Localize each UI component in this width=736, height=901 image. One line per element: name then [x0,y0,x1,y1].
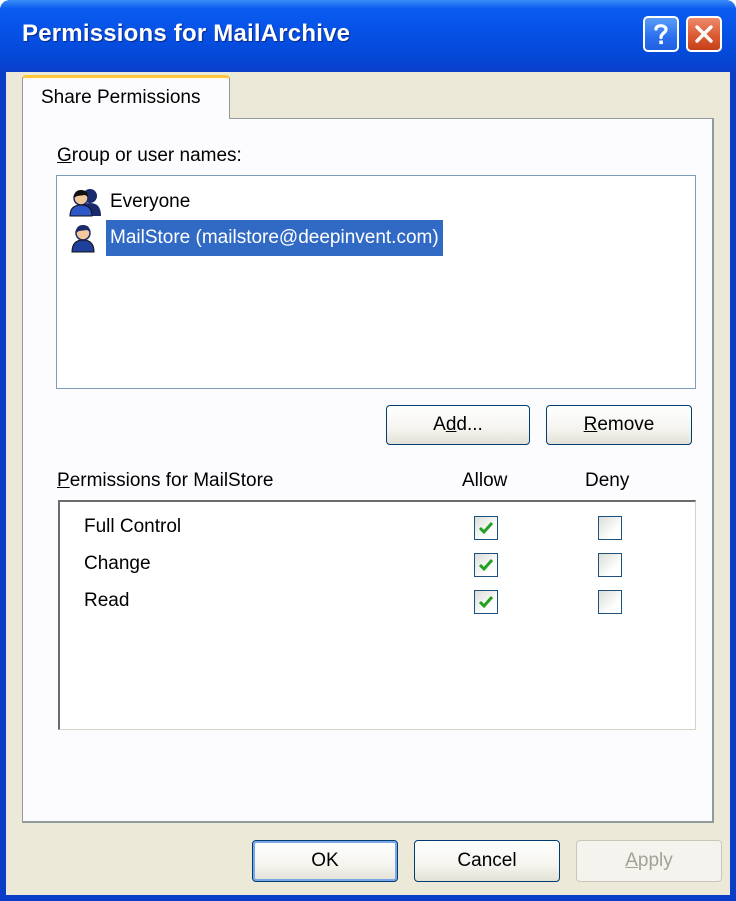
ok-button[interactable]: OK [252,840,398,882]
group-user-listbox[interactable]: Everyone MailStore (mailstore@deepinvent… [56,175,696,389]
change-deny-checkbox[interactable] [598,553,622,577]
check-icon [478,522,494,535]
change-allow-checkbox[interactable] [474,553,498,577]
list-item-mailstore[interactable]: MailStore (mailstore@deepinvent.com) [69,220,443,256]
add-button[interactable]: Ad d... [386,405,530,445]
list-item-everyone[interactable]: Everyone [69,184,194,220]
group-or-user-names-label: Group or user names: [57,145,242,166]
tab-share-permissions[interactable]: Share Permissions [22,75,230,119]
user-icon [71,225,95,253]
read-allow-checkbox[interactable] [474,590,498,614]
apply-button[interactable]: Apply [576,840,722,882]
question-mark-icon [654,24,668,45]
read-deny-checkbox[interactable] [598,590,622,614]
remove-button[interactable]: Remove [546,405,692,445]
title-bar[interactable]: Permissions for MailArchive [0,0,736,72]
user-group-icon [69,189,101,217]
tab-label: Share Permissions [41,87,201,108]
list-item-label: Everyone [110,191,191,212]
full-control-allow-checkbox[interactable] [474,516,498,540]
close-button[interactable] [686,16,722,52]
deny-column-header: Deny [585,470,630,491]
check-icon [478,559,494,572]
list-item-label: MailStore (mailstore@deepinvent.com) [106,220,443,256]
allow-column-header: Allow [462,470,508,491]
cancel-button[interactable]: Cancel [414,840,560,882]
permission-full-control-label: Full Control [84,516,182,537]
help-button[interactable] [643,16,679,52]
close-icon [695,25,713,43]
permission-read-label: Read [84,590,130,611]
window-title: Permissions for MailArchive [22,20,351,47]
permissions-list: Full Control Change Read [58,500,696,730]
permission-change-label: Change [84,553,151,574]
check-icon [478,596,494,609]
full-control-deny-checkbox[interactable] [598,516,622,540]
permissions-for-label: Permissions for MailStore [57,470,274,491]
